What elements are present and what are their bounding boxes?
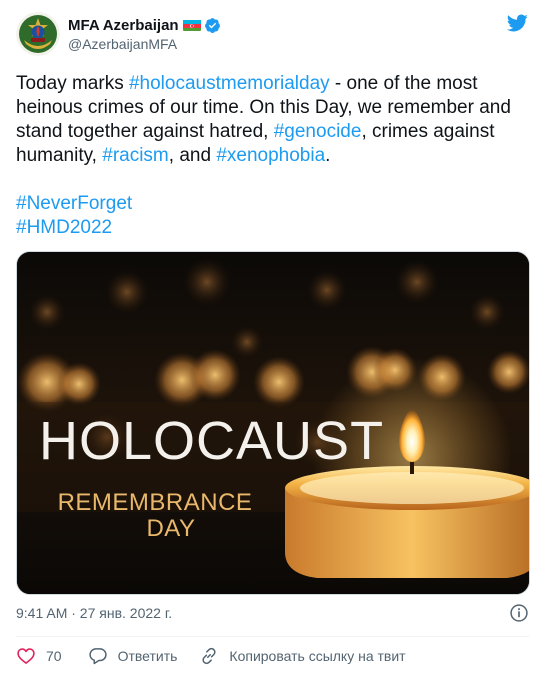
text-segment: . bbox=[325, 145, 331, 166]
tweet-text: Today marks #holocaustmemorialday - one … bbox=[16, 72, 529, 240]
author-handle[interactable]: @AzerbaijanMFA bbox=[68, 36, 221, 52]
reply-button[interactable]: Ответить bbox=[88, 646, 178, 666]
like-count: 70 bbox=[46, 648, 62, 664]
like-button[interactable]: 70 bbox=[16, 646, 62, 666]
hashtag-neverforget[interactable]: #NeverForget bbox=[16, 192, 529, 216]
emblem-icon bbox=[16, 12, 60, 56]
text-segment: Today marks bbox=[16, 73, 129, 94]
hashtag-hmd2022[interactable]: #HMD2022 bbox=[16, 216, 529, 240]
tweet-actions: 70 Ответить Копировать ссылку на твит bbox=[16, 644, 406, 668]
heart-icon bbox=[17, 648, 35, 664]
hashtag-genocide[interactable]: #genocide bbox=[274, 121, 362, 142]
reply-bubble-icon bbox=[88, 648, 107, 665]
tweet-card: MFA Azerbaijan @AzerbaijanMFA Today mark… bbox=[0, 0, 545, 677]
verified-badge-icon bbox=[204, 17, 221, 34]
hashtag-holocaustmemorialday[interactable]: #holocaustmemorialday bbox=[129, 73, 330, 94]
link-icon bbox=[202, 647, 217, 665]
holocaust-remembrance-image: HOLOCAUST REMEMBRANCE DAY bbox=[17, 252, 529, 594]
tweet-header: MFA Azerbaijan @AzerbaijanMFA bbox=[16, 12, 529, 58]
copy-link-label: Копировать ссылку на твит bbox=[229, 648, 406, 664]
tweet-body: Today marks #holocaustmemorialday - one … bbox=[16, 72, 529, 168]
text-segment: , and bbox=[168, 145, 217, 166]
image-subtitle-line2: DAY bbox=[146, 515, 195, 542]
hashtag-racism[interactable]: #racism bbox=[102, 145, 169, 166]
info-icon[interactable] bbox=[509, 603, 529, 623]
twitter-bird-icon[interactable] bbox=[505, 12, 529, 34]
tweet-timestamp[interactable]: 9:41 AM · 27 янв. 2022 г. bbox=[16, 605, 172, 621]
avatar[interactable] bbox=[16, 12, 60, 56]
hashtag-xenophobia[interactable]: #xenophobia bbox=[216, 145, 325, 166]
actions-divider bbox=[16, 636, 529, 637]
reply-label: Ответить bbox=[117, 648, 178, 664]
tweet-image[interactable]: HOLOCAUST REMEMBRANCE DAY bbox=[16, 251, 530, 595]
display-name[interactable]: MFA Azerbaijan bbox=[68, 17, 179, 34]
author-info[interactable]: MFA Azerbaijan @AzerbaijanMFA bbox=[68, 15, 221, 52]
image-title: HOLOCAUST bbox=[39, 411, 384, 471]
copy-link-button[interactable]: Копировать ссылку на твит bbox=[199, 646, 406, 666]
azerbaijan-flag-icon bbox=[182, 19, 201, 31]
image-subtitle-line1: REMEMBRANCE bbox=[58, 489, 253, 516]
